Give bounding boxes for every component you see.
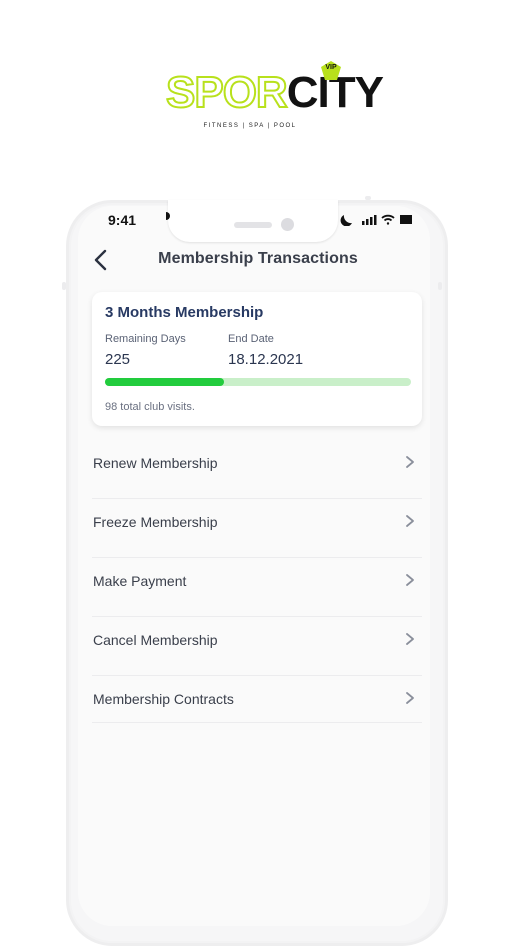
- menu-item-label: Renew Membership: [93, 455, 218, 471]
- membership-title: 3 Months Membership: [105, 304, 264, 321]
- logo-wordmark: SPORCITY: [165, 67, 384, 118]
- vip-badge-text: VIP: [325, 64, 337, 71]
- signal-icon: [362, 215, 377, 225]
- make-payment-item[interactable]: Make Payment: [92, 558, 422, 617]
- membership-card: 3 Months Membership Remaining Days 225 E…: [92, 292, 422, 426]
- membership-actions-list: Renew Membership Freeze Membership Make …: [92, 440, 422, 723]
- menu-item-label: Freeze Membership: [93, 514, 218, 530]
- renew-membership-item[interactable]: Renew Membership: [92, 440, 422, 499]
- chevron-left-icon: [94, 249, 107, 271]
- logo-word-spor: SPOR: [165, 67, 289, 118]
- membership-progress-fill: [105, 378, 225, 386]
- status-icons: [340, 212, 420, 227]
- remaining-days-label: Remaining Days: [105, 333, 186, 345]
- battery-icon: [400, 215, 412, 224]
- logo-tagline: FITNESS | SPA | POOL: [203, 123, 297, 129]
- remaining-days-value: 225: [105, 351, 131, 368]
- speaker-grill: [234, 222, 272, 228]
- chevron-right-icon: [406, 633, 414, 645]
- cancel-membership-item[interactable]: Cancel Membership: [92, 617, 422, 676]
- freeze-membership-item[interactable]: Freeze Membership: [92, 499, 422, 558]
- wifi-icon: [381, 214, 395, 225]
- page-title: Membership Transactions: [158, 250, 358, 267]
- menu-item-label: Make Payment: [93, 573, 187, 589]
- membership-contracts-item[interactable]: Membership Contracts: [92, 676, 422, 723]
- end-date-label: End Date: [228, 333, 274, 345]
- chevron-right-icon: [406, 692, 414, 704]
- end-date-value: 18.12.2021: [228, 351, 304, 368]
- front-camera: [281, 218, 294, 231]
- moon-icon: [340, 215, 352, 227]
- menu-item-label: Membership Contracts: [93, 691, 234, 707]
- chevron-right-icon: [406, 574, 414, 586]
- back-button[interactable]: [90, 248, 114, 272]
- chevron-right-icon: [406, 515, 414, 527]
- membership-progress-bar: [105, 378, 411, 386]
- phone-side-button: [62, 282, 66, 290]
- menu-item-label: Cancel Membership: [93, 632, 218, 648]
- club-visits-text: 98 total club visits.: [105, 401, 195, 413]
- sporcity-logo: SPORCITY VIP FITNESS | SPA | POOL: [0, 58, 507, 138]
- status-time: 9:41: [108, 212, 137, 228]
- phone-side-button: [365, 196, 371, 200]
- phone-side-button: [438, 282, 442, 290]
- chevron-right-icon: [406, 456, 414, 468]
- phone-notch: [168, 200, 338, 242]
- vip-badge-icon: VIP: [320, 60, 342, 82]
